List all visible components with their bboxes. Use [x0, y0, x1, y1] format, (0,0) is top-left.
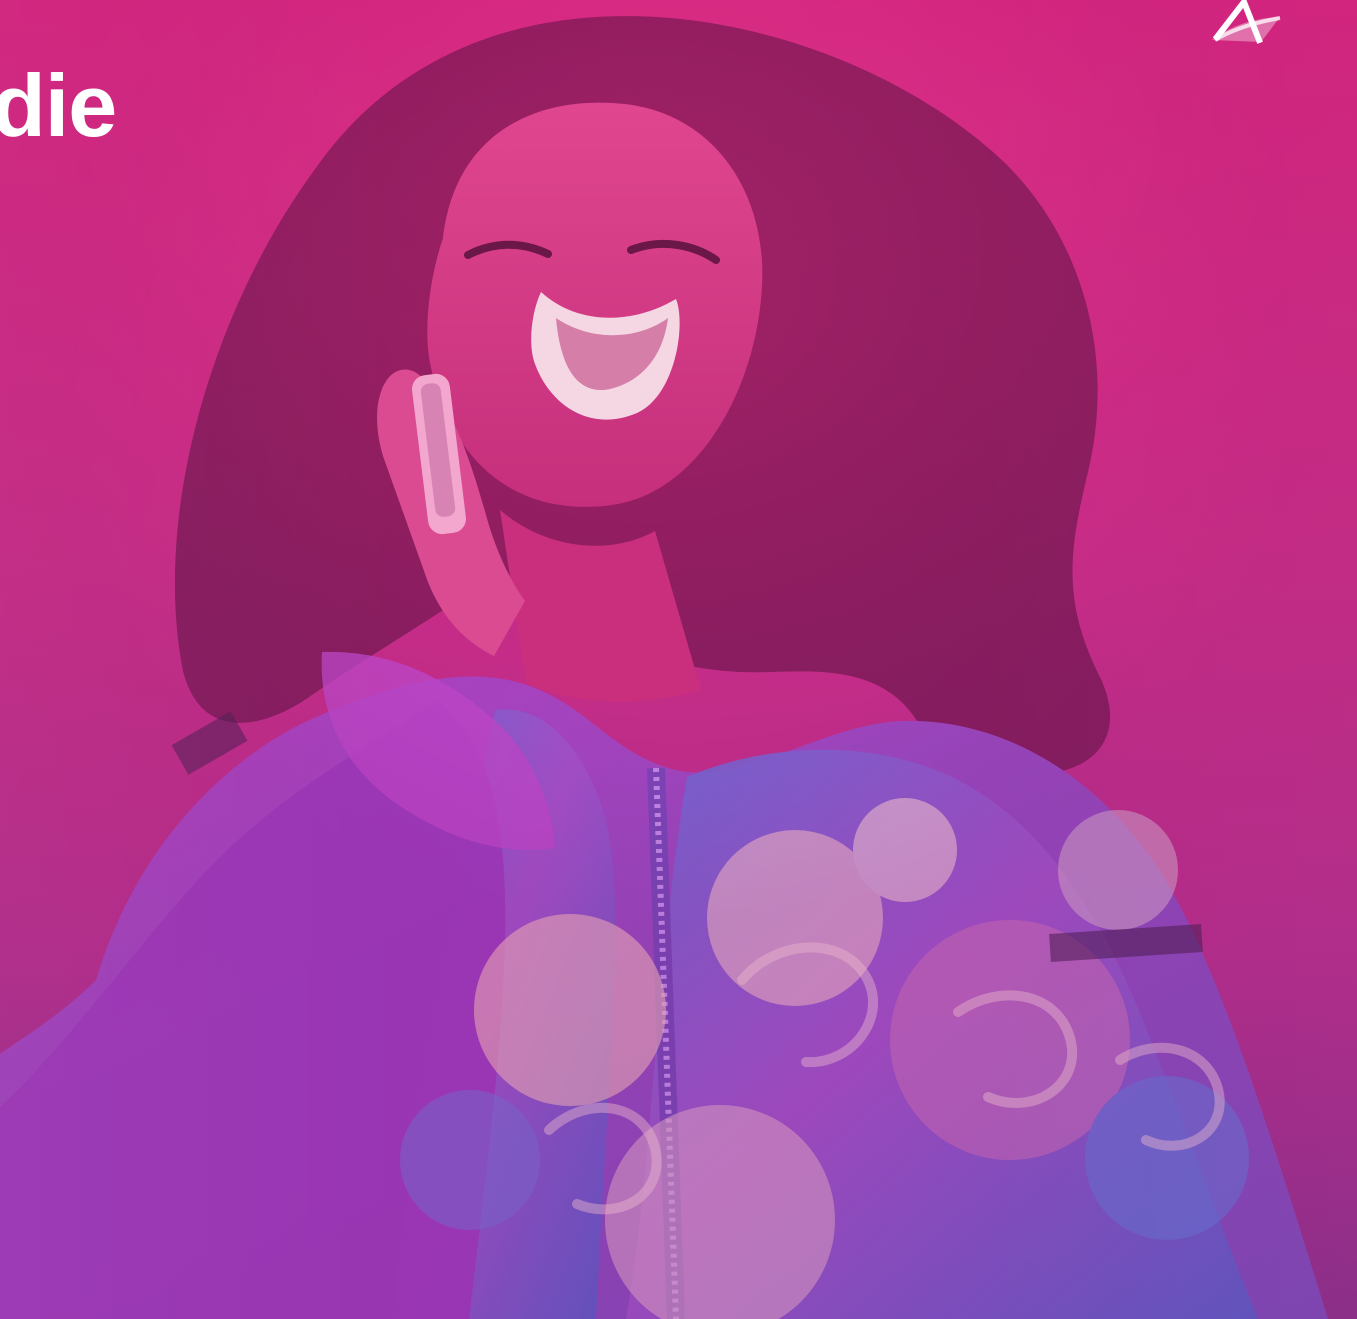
laughing-woman-phone-photo	[0, 16, 1328, 1319]
brand-logo-icon	[1212, 0, 1281, 44]
hero-headline: die	[0, 56, 117, 155]
hero-section: die	[0, 0, 1357, 1319]
